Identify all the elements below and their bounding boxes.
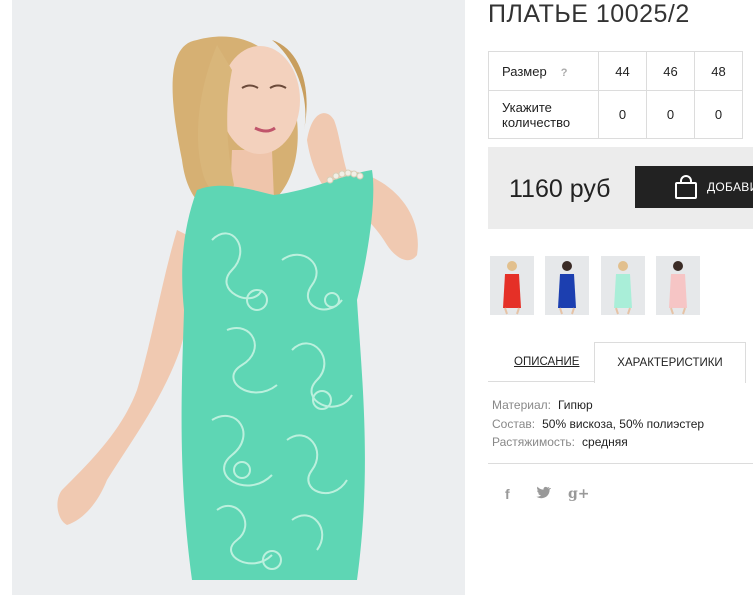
- quantity-label: Укажите количество: [488, 90, 599, 139]
- size-label-cell: Размер?: [488, 51, 599, 91]
- shopping-bag-icon: [673, 174, 699, 203]
- product-tabs: ОПИСАНИЕ ХАРАКТЕРИСТИКИ: [488, 342, 753, 383]
- size-option-48[interactable]: 48: [694, 51, 743, 91]
- section-divider: [488, 463, 753, 464]
- price-box: 1160 руб ДОБАВИТЬ: [488, 147, 753, 229]
- twitter-icon[interactable]: [535, 486, 552, 503]
- facebook-icon[interactable]: f: [505, 486, 510, 502]
- spec-composition: Состав: 50% вискоза, 50% полиэстер: [492, 417, 704, 431]
- spec-material: Материал: Гипюр: [492, 398, 593, 412]
- quantity-label-line2: количество: [502, 114, 571, 130]
- quantity-input-48[interactable]: 0: [694, 90, 743, 139]
- spec-composition-key: Состав:: [492, 417, 536, 431]
- product-photo[interactable]: [12, 0, 465, 595]
- add-to-cart-label: ДОБАВИТЬ: [707, 180, 753, 194]
- size-help-icon[interactable]: ?: [561, 67, 568, 79]
- mint-dress-thumbnail-icon: [614, 261, 632, 315]
- spec-composition-value: 50% вискоза, 50% полиэстер: [542, 417, 705, 431]
- spec-stretch-key: Растяжимость:: [492, 435, 576, 449]
- size-label: Размер: [502, 63, 547, 79]
- pink-dress-thumbnail-icon: [669, 261, 687, 315]
- red-dress-thumbnail-icon: [503, 261, 521, 315]
- quantity-row: Укажите количество 0 0 0: [488, 90, 743, 139]
- tab-description[interactable]: ОПИСАНИЕ: [514, 356, 579, 368]
- spec-stretch-value: средняя: [582, 435, 628, 449]
- add-to-cart-button[interactable]: ДОБАВИТЬ: [635, 166, 753, 208]
- size-option-44[interactable]: 44: [598, 51, 647, 91]
- quantity-label-line1: Укажите: [502, 99, 552, 115]
- product-title: ПЛАТЬЕ 10025/2: [488, 0, 690, 28]
- blue-dress-thumbnail-icon: [558, 261, 576, 315]
- google-plus-icon[interactable]: g+: [568, 486, 590, 502]
- spec-stretch: Растяжимость: средняя: [492, 435, 628, 449]
- dress-shape: [181, 170, 374, 580]
- size-quantity-table: Размер? 44 46 48 Укажите количество 0 0 0: [488, 51, 743, 139]
- quantity-input-46[interactable]: 0: [646, 90, 695, 139]
- spec-material-key: Материал:: [492, 398, 551, 412]
- tabs-divider: [488, 381, 594, 382]
- quantity-input-44[interactable]: 0: [598, 90, 647, 139]
- price: 1160 руб: [509, 175, 611, 203]
- tab-characteristics[interactable]: ХАРАКТЕРИСТИКИ: [594, 342, 746, 383]
- variant-thumb-blue[interactable]: [545, 256, 589, 315]
- variant-thumb-mint[interactable]: [601, 256, 645, 315]
- spec-material-value: Гипюр: [557, 398, 593, 412]
- model-in-mint-dress-image: [12, 0, 465, 595]
- size-option-46[interactable]: 46: [646, 51, 695, 91]
- variant-thumb-red[interactable]: [490, 256, 534, 315]
- variant-thumb-pink[interactable]: [656, 256, 700, 315]
- size-row: Размер? 44 46 48: [488, 51, 743, 91]
